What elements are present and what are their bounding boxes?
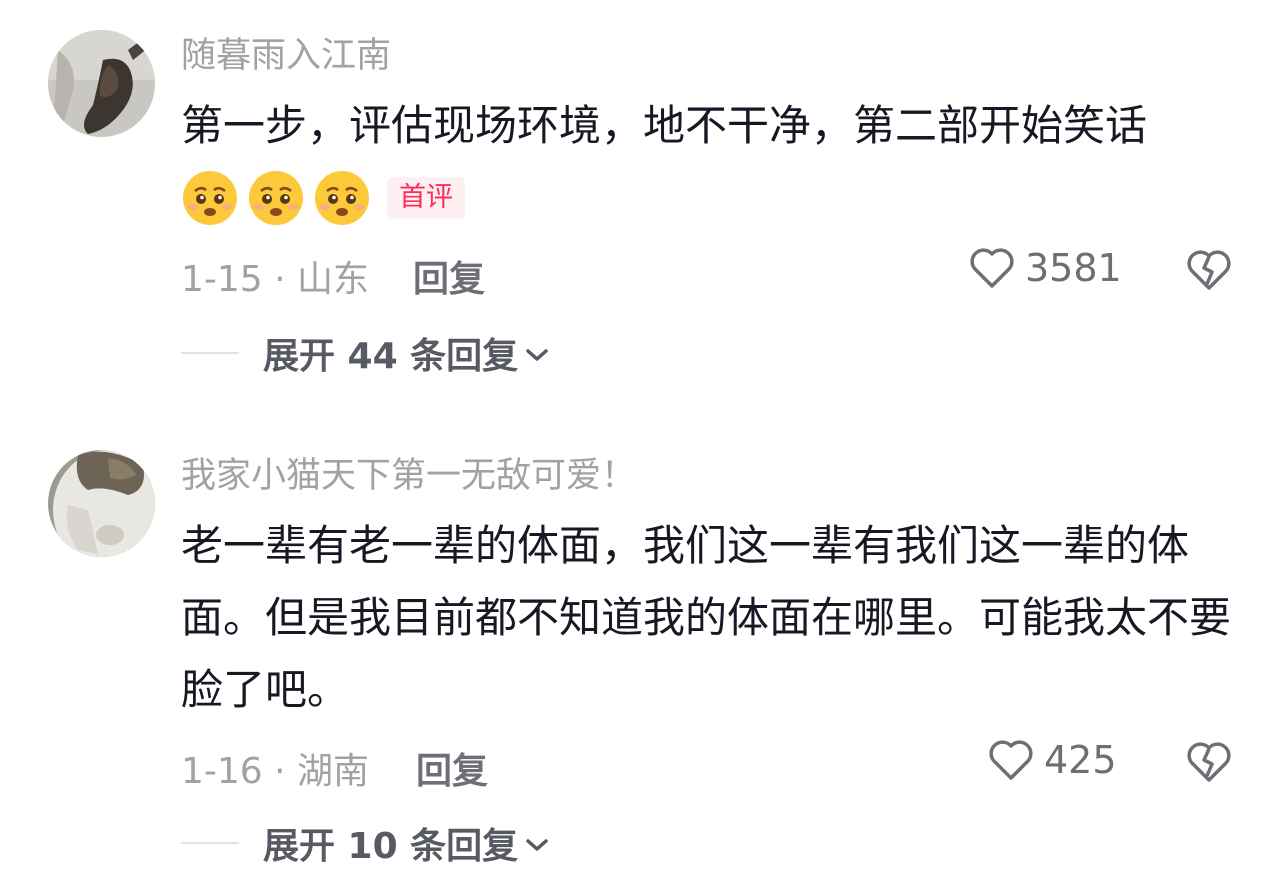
- expand-replies-button[interactable]: 展开 44 条回复: [181, 328, 550, 378]
- expand-replies-label: 展开 44 条回复: [263, 336, 519, 377]
- pleading-face-emoji: [183, 171, 237, 225]
- first-comment-badge: 首评: [387, 177, 465, 219]
- expand-replies-label: 展开 10 条回复: [263, 826, 519, 867]
- avatar[interactable]: [48, 450, 155, 557]
- divider-line: [181, 352, 239, 354]
- reply-button[interactable]: 回复: [416, 742, 488, 794]
- like-button[interactable]: 3581: [969, 246, 1122, 290]
- pleading-face-emoji: [249, 171, 303, 225]
- heart-outline-icon: [970, 248, 1014, 288]
- reply-button[interactable]: 回复: [413, 250, 485, 302]
- broken-heart-icon[interactable]: [1186, 740, 1232, 784]
- comment-text: 第一步，评估现场环境，地不干净，第二部开始笑话: [181, 101, 1148, 150]
- comment-meta: 1-15 · 山东 回复 3581: [181, 246, 1284, 300]
- comment-username[interactable]: 随暮雨入江南: [181, 36, 391, 76]
- divider-line: [181, 842, 239, 844]
- like-count: 425: [1044, 738, 1117, 782]
- emoji-row: 首评: [181, 168, 465, 228]
- pleading-face-emoji: [315, 171, 369, 225]
- like-button[interactable]: 425: [988, 738, 1117, 782]
- chevron-down-icon: [526, 839, 548, 851]
- expand-replies-button[interactable]: 展开 10 条回复: [181, 818, 550, 868]
- heart-outline-icon: [989, 740, 1033, 780]
- avatar[interactable]: [48, 30, 155, 137]
- comment-meta: 1-16 · 湖南 回复 425: [181, 738, 1284, 792]
- comment-username[interactable]: 我家小猫天下第一无敌可爱！: [181, 456, 636, 496]
- like-count: 3581: [1025, 246, 1122, 290]
- comment-date-location: 1-15 · 山东: [181, 259, 370, 300]
- broken-heart-icon[interactable]: [1186, 248, 1232, 292]
- comment-date-location: 1-16 · 湖南: [181, 751, 370, 792]
- comment-text: 老一辈有老一辈的体面，我们这一辈有我们这一辈的体面。但是我目前都不知道我的体面在…: [181, 521, 1232, 714]
- chevron-down-icon: [526, 349, 548, 361]
